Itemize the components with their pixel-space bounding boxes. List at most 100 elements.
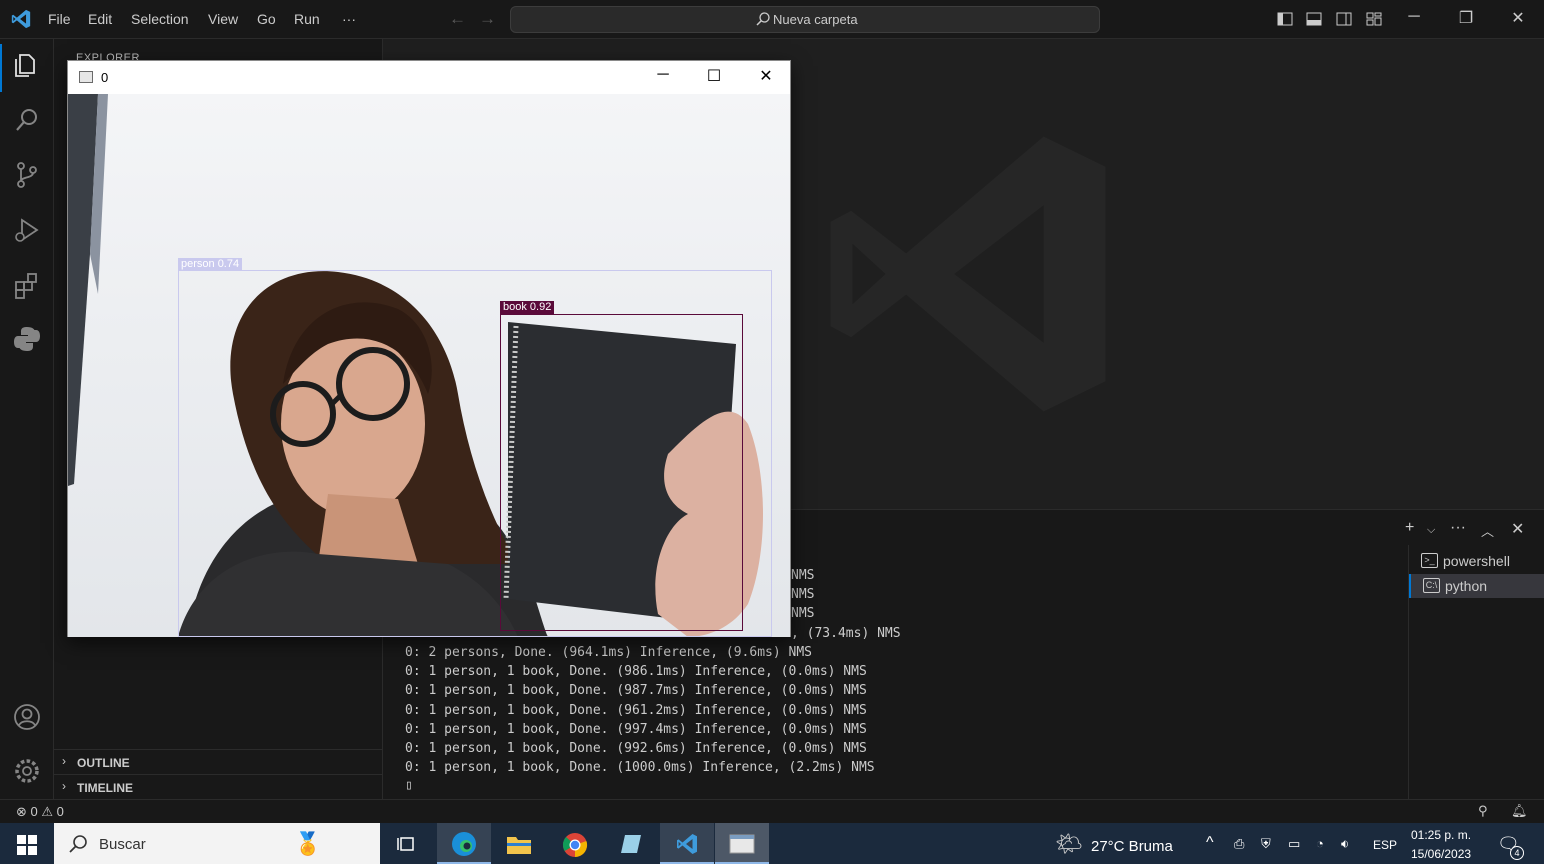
menu-file[interactable]: File (48, 11, 71, 27)
minimize-button[interactable]: ─ (640, 66, 686, 90)
terminal-cursor[interactable]: ▯ (405, 778, 413, 793)
terminal-line-partial: NMS (791, 606, 815, 621)
clock-time[interactable]: 01:25 p. m. (1411, 828, 1471, 842)
menu-more[interactable]: ··· (342, 11, 356, 27)
volume-icon[interactable]: 🔉︎ (1341, 836, 1349, 852)
terminal-line-partial: NMS (791, 568, 815, 583)
opencv-window[interactable]: 0 ─ ☐ ✕ person 0.74 book 0.92 (67, 60, 791, 637)
terminal-line: 0: 2 persons, Done. (964.1ms) Inference,… (405, 645, 812, 660)
clock-date[interactable]: 15/06/2023 (1411, 847, 1471, 861)
vscode-icon (677, 834, 697, 854)
warning-icon: ⚠ (41, 804, 54, 819)
taskbar-edge[interactable] (437, 823, 491, 864)
task-view-button[interactable] (380, 823, 434, 864)
menu-view[interactable]: View (208, 11, 238, 27)
maximize-button[interactable]: ☐ (691, 66, 737, 90)
problems-indicator[interactable]: ⊗ 0 ⚠ 0 (16, 804, 64, 820)
maximize-panel-icon[interactable]: ︿ (1481, 521, 1494, 540)
close-panel-icon[interactable]: ✕ (1511, 519, 1524, 539)
window-app-icon (729, 834, 755, 854)
error-icon: ⊗ (16, 804, 27, 819)
menu-selection[interactable]: Selection (131, 11, 189, 27)
menu-go[interactable]: Go (257, 11, 276, 27)
extensions-icon[interactable] (11, 269, 43, 301)
window-icon (79, 71, 93, 83)
accounts-status-icon[interactable]: ⚲ (1478, 803, 1488, 819)
chevron-right-icon: › (62, 779, 66, 793)
account-icon[interactable] (11, 701, 43, 733)
more-actions-icon[interactable]: ··· (1450, 519, 1466, 537)
status-bar: ⊗ 0 ⚠ 0 ⚲ 🔔︎ (0, 799, 1544, 823)
chevron-up-icon[interactable]: ^ (1206, 834, 1214, 852)
vscode-logo-icon (11, 9, 31, 29)
toggle-secondary-sidebar-icon[interactable] (1336, 11, 1352, 27)
search-icon[interactable] (11, 104, 43, 136)
edge-browser-icon (452, 832, 476, 856)
wifi-icon[interactable]: ◔ (1316, 836, 1324, 851)
camera-frame: person 0.74 book 0.92 (68, 94, 790, 637)
language-indicator[interactable]: ESP (1373, 838, 1397, 852)
search-highlight-medal-icon: 🏅 (294, 831, 322, 856)
back-arrow-icon[interactable]: ← (449, 9, 466, 29)
terminal-line: 0: 1 person, 1 book, Done. (987.7ms) Inf… (405, 683, 867, 698)
menu-edit[interactable]: Edit (88, 11, 112, 27)
outline-label: OUTLINE (77, 756, 130, 770)
command-center[interactable]: Nueva carpeta (510, 6, 1100, 33)
minimize-button[interactable]: ─ (1394, 8, 1434, 26)
taskbar-python-window[interactable] (715, 823, 769, 864)
vscode-watermark-icon (830, 136, 1106, 412)
menu-run[interactable]: Run (294, 11, 320, 27)
active-view-indicator (0, 44, 2, 92)
timeline-section[interactable]: › TIMELINE (54, 774, 383, 799)
chevron-down-icon[interactable]: ⌵ (1427, 524, 1435, 537)
taskbar-file-explorer[interactable] (492, 823, 546, 864)
terminal-session-powershell[interactable]: >_ powershell (1409, 549, 1544, 573)
terminal-line: 0: 1 person, 1 book, Done. (997.4ms) Inf… (405, 722, 867, 737)
toggle-primary-sidebar-icon[interactable] (1277, 11, 1293, 27)
taskbar-search-box[interactable]: Buscar 🏅 (54, 823, 380, 864)
title-bar: File Edit Selection View Go Run ··· ← → … (0, 0, 1544, 39)
detection-label-person: person 0.74 (178, 258, 243, 271)
activity-bar (0, 39, 54, 799)
terminal-session-label: powershell (1443, 553, 1510, 569)
battery-icon[interactable]: ▭ (1288, 836, 1300, 852)
bell-icon[interactable]: 🔔︎ (1511, 803, 1528, 819)
notification-badge: 4 (1510, 846, 1524, 860)
terminal-line: 0: 1 person, 1 book, Done. (986.1ms) Inf… (405, 664, 867, 679)
python-icon[interactable] (11, 323, 43, 355)
forward-arrow-icon[interactable]: → (479, 9, 496, 29)
settings-gear-icon[interactable] (11, 755, 43, 787)
toggle-panel-icon[interactable] (1306, 11, 1322, 27)
close-button[interactable]: ✕ (1498, 8, 1538, 28)
restore-button[interactable]: ❐ (1446, 8, 1486, 28)
warning-count: 0 (56, 804, 64, 819)
timeline-label: TIMELINE (77, 781, 133, 795)
folder-icon (507, 837, 531, 854)
app-icon (621, 835, 641, 853)
taskbar-chrome[interactable] (548, 823, 602, 864)
weather-text[interactable]: 27°C Bruma (1091, 838, 1173, 855)
task-view-icon (397, 837, 414, 851)
command-center-label: Nueva carpeta (773, 12, 858, 27)
windows-start-icon[interactable] (17, 835, 37, 855)
meet-icon[interactable]: ⎙ (1234, 836, 1244, 852)
outline-section[interactable]: › OUTLINE (54, 749, 383, 774)
taskbar-app[interactable] (604, 823, 658, 864)
terminal-line-partial: NMS (791, 587, 815, 602)
terminal-icon: >_ (1421, 553, 1438, 568)
security-icon[interactable]: ⛨ (1261, 836, 1271, 852)
terminal-line: 0: 1 person, 1 book, Done. (992.6ms) Inf… (405, 741, 867, 756)
opencv-window-titlebar[interactable]: 0 ─ ☐ ✕ (68, 61, 790, 94)
run-debug-icon[interactable] (11, 214, 43, 246)
detection-box-book (500, 314, 743, 631)
explorer-icon[interactable] (11, 49, 43, 81)
source-control-icon[interactable] (11, 159, 43, 191)
taskbar-vscode[interactable] (660, 823, 714, 864)
customize-layout-icon[interactable] (1366, 11, 1382, 27)
close-button[interactable]: ✕ (743, 66, 789, 90)
search-icon (756, 12, 770, 26)
detection-label-book: book 0.92 (500, 301, 555, 314)
new-terminal-icon[interactable]: + (1405, 519, 1414, 537)
terminal-session-python[interactable]: C:\ python (1409, 574, 1544, 598)
search-icon (69, 835, 87, 853)
